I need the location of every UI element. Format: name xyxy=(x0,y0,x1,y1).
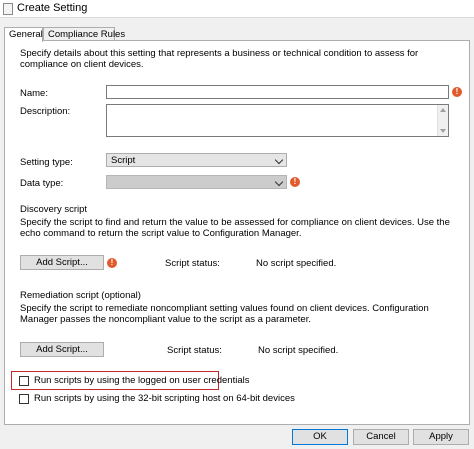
description-field[interactable] xyxy=(106,104,449,137)
chevron-down-icon xyxy=(274,155,284,165)
scroll-up-icon[interactable] xyxy=(440,108,446,112)
data-type-label: Data type: xyxy=(20,178,64,189)
title-bar: Create Setting xyxy=(0,0,474,18)
description-label: Description: xyxy=(20,106,71,117)
logged-on-credentials-label: Run scripts by using the logged on user … xyxy=(34,375,250,386)
remediation-status-label: Script status: xyxy=(167,345,222,356)
setting-type-select[interactable]: Script xyxy=(106,153,287,167)
discovery-status-value: No script specified. xyxy=(256,258,337,269)
32bit-host-checkbox[interactable] xyxy=(19,394,29,404)
setting-type-value: Script xyxy=(111,155,136,166)
name-field[interactable] xyxy=(106,85,449,99)
setting-type-label: Setting type: xyxy=(20,157,73,168)
tab-compliance-rules[interactable]: Compliance Rules xyxy=(43,27,125,41)
dialog-footer: OK Cancel Apply xyxy=(0,426,474,449)
chevron-down-icon xyxy=(274,177,284,187)
tab-general[interactable]: General xyxy=(4,27,43,42)
discovery-text: Specify the script to find and return th… xyxy=(20,217,450,239)
window-icon xyxy=(3,3,13,15)
add-remediation-script-button[interactable]: Add Script... xyxy=(20,342,104,357)
discovery-heading: Discovery script xyxy=(20,204,88,215)
add-discovery-script-button[interactable]: Add Script... xyxy=(20,255,104,270)
name-input[interactable] xyxy=(107,86,448,98)
apply-button[interactable]: Apply xyxy=(413,429,469,445)
general-panel: Specify details about this setting that … xyxy=(4,40,470,425)
ok-button[interactable]: OK xyxy=(292,429,348,445)
discovery-status-label: Script status: xyxy=(165,258,220,269)
data-type-select[interactable] xyxy=(106,175,287,189)
name-label: Name: xyxy=(20,88,48,99)
remediation-status-value: No script specified. xyxy=(258,345,339,356)
logged-on-credentials-checkbox[interactable] xyxy=(19,376,29,386)
cancel-button[interactable]: Cancel xyxy=(353,429,409,445)
scroll-down-icon[interactable] xyxy=(440,129,446,133)
warning-icon: ! xyxy=(290,177,300,187)
window-title: Create Setting xyxy=(17,2,88,14)
remediation-heading: Remediation script (optional) xyxy=(20,290,141,301)
intro-text: Specify details about this setting that … xyxy=(20,48,419,70)
32bit-host-label: Run scripts by using the 32-bit scriptin… xyxy=(34,393,295,404)
remediation-text: Specify the script to remediate noncompl… xyxy=(20,303,429,325)
warning-icon: ! xyxy=(452,87,462,97)
description-scrollbar[interactable] xyxy=(437,105,448,136)
warning-icon: ! xyxy=(107,258,117,268)
